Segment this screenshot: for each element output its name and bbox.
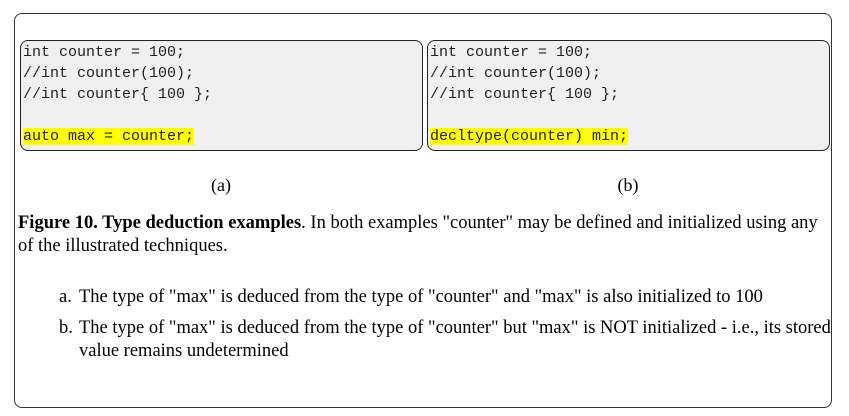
code-line-highlighted: auto max = counter; [23,126,422,147]
list-item: b. The type of "max" is deduced from the… [50,317,834,363]
code-line: //int counter(100); [430,65,602,82]
code-line: //int counter{ 100 }; [430,86,620,103]
code-block-b: int counter = 100; //int counter(100); /… [427,40,830,151]
subfigure-label-b: (b) [617,175,639,195]
list-marker: b. [59,318,73,338]
highlighted-code: auto max = counter; [23,128,195,145]
code-block-a: int counter = 100; //int counter(100); /… [20,40,423,151]
figure-caption: Figure 10. Type deduction examples. In b… [18,212,830,258]
code-line: int counter = 100; [430,44,593,61]
highlighted-code: decltype(counter) min; [430,128,629,145]
list-marker: a. [59,287,72,307]
list-item-text: The type of "max" is deduced from the ty… [79,287,763,307]
subfigure-label-a: (a) [211,175,231,195]
code-line: int counter = 100; [23,44,186,61]
notes-list: a. The type of "max" is deduced from the… [50,286,834,371]
code-line: //int counter{ 100 }; [23,86,213,103]
list-item: a. The type of "max" is deduced from the… [50,286,834,309]
list-item-text: The type of "max" is deduced from the ty… [79,318,831,361]
figure-caption-title: Figure 10. Type deduction examples [18,213,302,233]
code-line-highlighted: decltype(counter) min; [430,126,829,147]
code-line: //int counter(100); [23,65,195,82]
